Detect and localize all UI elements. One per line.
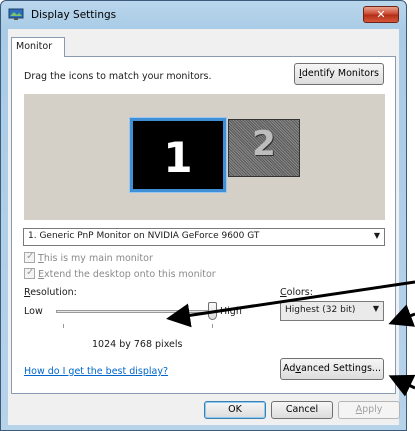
close-button[interactable]: ✕	[363, 6, 399, 23]
display-settings-icon	[8, 8, 24, 20]
dialog-client: Monitor Drag the icons to match your mon…	[8, 29, 400, 425]
apply-button[interactable]: Apply	[338, 401, 400, 419]
window-title: Display Settings	[31, 9, 117, 21]
monitor-2-number: 2	[252, 124, 276, 164]
extend-desktop-checkbox[interactable]: Extend the desktop onto this monitor	[24, 267, 216, 280]
best-display-help-link[interactable]: How do I get the best display?	[24, 366, 168, 377]
tab-monitor-label: Monitor	[16, 41, 53, 52]
advanced-label-start: Ad	[283, 363, 296, 374]
cancel-button[interactable]: Cancel	[271, 401, 333, 419]
tab-monitor[interactable]: Monitor	[11, 37, 65, 57]
chevron-down-icon: ▼	[372, 304, 379, 313]
chevron-down-icon: ▼	[373, 231, 380, 240]
main-monitor-label: his is my main monitor	[43, 253, 153, 264]
extend-desktop-label: xtend the desktop onto this monitor	[44, 269, 216, 280]
close-icon: ✕	[376, 8, 386, 21]
monitor-select[interactable]: 1. Generic PnP Monitor on NVIDIA GeForce…	[23, 228, 385, 246]
ok-button[interactable]: OK	[204, 401, 266, 419]
apply-label: pply	[362, 404, 383, 415]
monitor-1-tile[interactable]: 1	[130, 118, 226, 192]
advanced-label-rest: anced Settings...	[301, 363, 381, 374]
display-settings-window: Display Settings ✕ Monitor Drag the icon…	[0, 0, 407, 431]
checkbox-check-icon	[24, 267, 35, 279]
monitor-arrangement-area: 1 2	[24, 94, 385, 220]
colors-label: Colors:	[280, 287, 313, 298]
monitor-tab-panel: Drag the icons to match your monitors. I…	[11, 56, 396, 394]
checkbox-check-icon	[24, 251, 35, 263]
colors-mnemonic: C	[280, 287, 287, 298]
resolution-label: Resolution:	[24, 287, 77, 298]
monitor-select-value: 1. Generic PnP Monitor on NVIDIA GeForce…	[28, 231, 260, 241]
colors-select[interactable]: Highest (32 bit) ▼	[280, 301, 384, 321]
identify-monitors-button[interactable]: Identify Monitors	[294, 63, 384, 85]
instruction-text: Drag the icons to match your monitors.	[24, 71, 212, 82]
resolution-label-text: esolution:	[30, 287, 77, 298]
resolution-slider-track[interactable]	[56, 310, 211, 313]
title-bar[interactable]: Display Settings ✕	[1, 1, 406, 29]
colors-select-value: Highest (32 bit)	[285, 305, 356, 315]
resolution-high-label: High	[220, 306, 242, 317]
monitor-1-number: 1	[163, 133, 193, 182]
main-monitor-checkbox[interactable]: This is my main monitor	[24, 251, 153, 264]
slider-tick	[63, 324, 64, 328]
advanced-settings-button[interactable]: Advanced Settings...	[280, 358, 384, 380]
colors-label-text: olors:	[286, 287, 313, 298]
slider-tick	[212, 324, 213, 328]
monitor-2-tile[interactable]: 2	[228, 119, 300, 177]
resolution-value: 1024 by 768 pixels	[92, 339, 183, 350]
resolution-slider-thumb[interactable]	[208, 302, 217, 320]
resolution-low-label: Low	[24, 306, 43, 317]
identify-label: dentify Monitors	[301, 68, 379, 79]
